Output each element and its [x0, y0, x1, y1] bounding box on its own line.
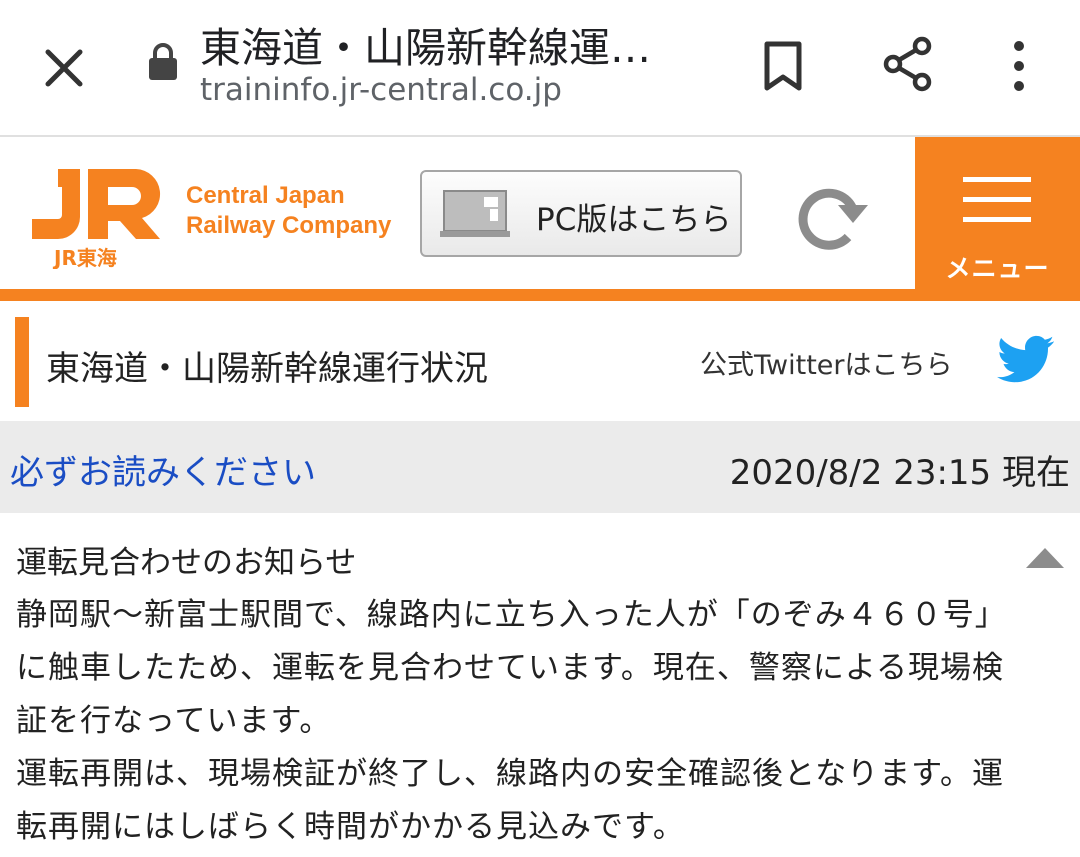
refresh-icon[interactable]	[790, 179, 872, 251]
jr-central-logo[interactable]: JR東海	[28, 165, 163, 269]
site-header: JR東海 Central Japan Railway Company PC版はこ…	[0, 137, 1080, 289]
brand-line-1: Central Japan	[186, 182, 345, 209]
notice-content: 運転見合わせのお知らせ 静岡駅～新富士駅間で、線路内に立ち入った人が「のぞみ４６…	[0, 513, 1080, 857]
notice-body: 静岡駅～新富士駅間で、線路内に立ち入った人が「のぞみ４６０号」に触車したため、運…	[16, 597, 1004, 845]
pc-version-label: PC版はこちら	[536, 202, 732, 238]
collapse-arrow-icon[interactable]	[1024, 546, 1066, 570]
browser-toolbar: 東海道・山陽新幹線運… traininfo.jr-central.co.jp	[0, 0, 1080, 137]
hamburger-icon-line	[963, 217, 1031, 222]
twitter-link[interactable]: 公式Twitterはこちら	[700, 343, 953, 382]
notice-bar: 必ずお読みください 2020/8/2 23:15 現在	[0, 421, 1080, 513]
share-icon[interactable]	[882, 36, 934, 92]
bookmark-icon[interactable]	[760, 40, 806, 92]
section-heading: 東海道・山陽新幹線運行状況 公式Twitterはこちら	[0, 301, 1080, 421]
hamburger-icon	[963, 177, 1031, 182]
must-read-link[interactable]: 必ずお読みください	[10, 445, 316, 494]
pc-version-button[interactable]: PC版はこちら	[420, 170, 742, 257]
brand-line-2: Railway Company	[186, 212, 392, 239]
more-vert-icon[interactable]	[1002, 38, 1036, 94]
url-display[interactable]: traininfo.jr-central.co.jp	[200, 72, 562, 108]
menu-label: メニュー	[945, 254, 1050, 283]
logo-text: JR東海	[52, 246, 117, 269]
pc-icon	[440, 190, 510, 237]
status-timestamp: 2020/8/2 23:15 現在	[729, 453, 1070, 493]
lock-icon	[149, 43, 177, 80]
brand-name: Central Japan Railway Company	[186, 181, 391, 241]
page-title-bar[interactable]: 東海道・山陽新幹線運…	[200, 14, 720, 74]
close-icon[interactable]	[36, 40, 92, 96]
menu-button[interactable]: メニュー	[915, 137, 1080, 289]
notice-heading: 運転見合わせのお知らせ	[16, 545, 357, 581]
page-title: 東海道・山陽新幹線運行状況	[46, 349, 488, 389]
hamburger-icon-line	[963, 197, 1031, 202]
twitter-bird-icon[interactable]	[997, 335, 1055, 385]
header-divider	[0, 289, 1080, 301]
heading-accent-bar	[15, 317, 29, 407]
